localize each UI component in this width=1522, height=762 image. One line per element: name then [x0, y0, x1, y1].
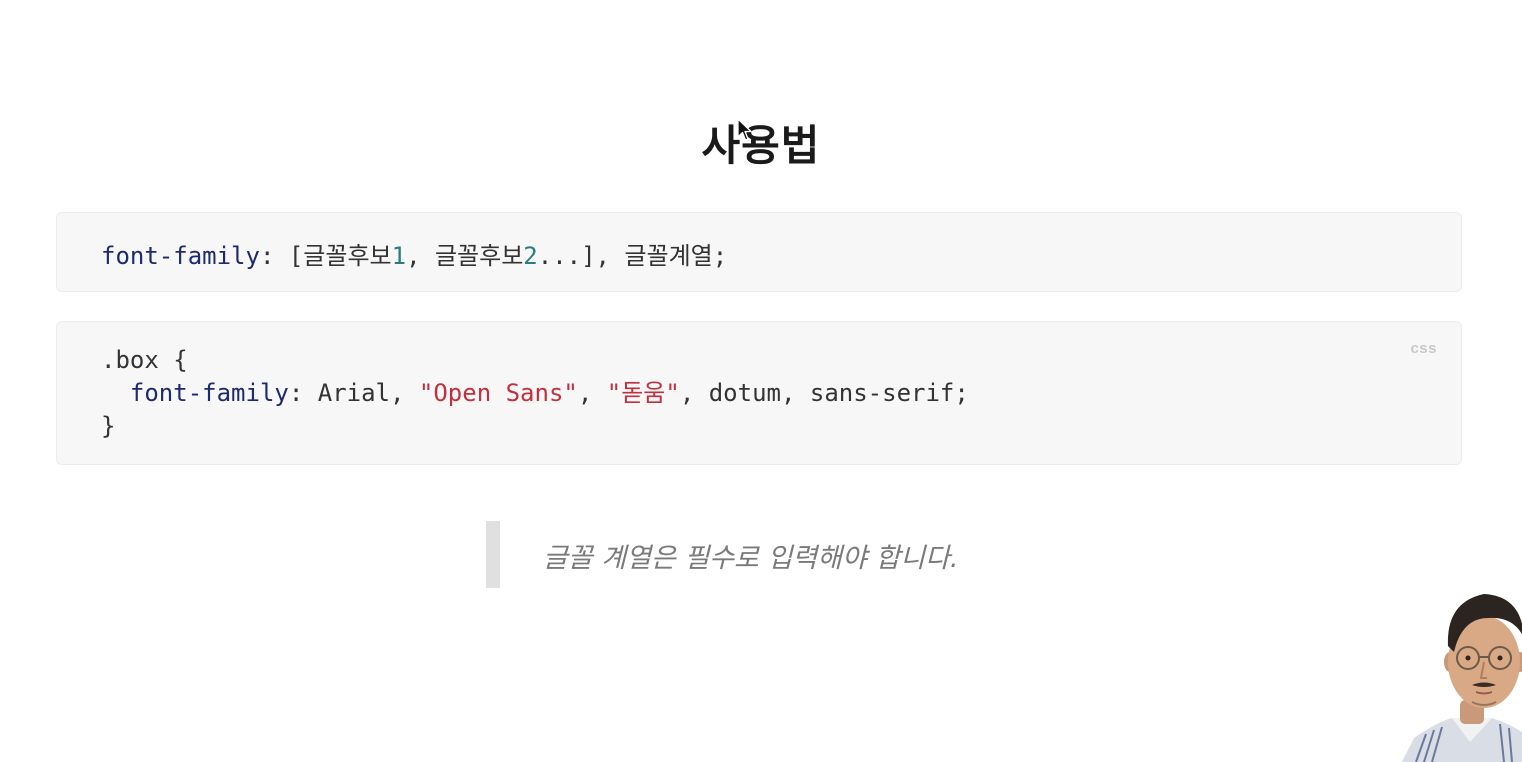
syntax-rest: ...], 글꼴계열;: [537, 242, 728, 270]
code-language-label: css: [1410, 340, 1437, 357]
presenter-video-thumbnail: [1402, 594, 1522, 762]
code-value-part-2: ,: [577, 379, 607, 407]
code-string-1: "Open Sans": [418, 379, 578, 407]
syntax-number-2: 2: [523, 242, 538, 270]
blockquote-note: 글꼴 계열은 필수로 입력해야 합니다.: [543, 543, 959, 574]
syntax-number-1: 1: [391, 242, 407, 270]
page-title: 사용법: [701, 121, 821, 170]
code-line-closing-brace: }: [101, 412, 116, 440]
code-property: font-family: [129, 379, 289, 407]
code-value-part-3: , dotum, sans-serif;: [679, 379, 969, 407]
code-value-part-1: : Arial,: [288, 379, 419, 407]
code-line-declaration: font-family: Arial, "Open Sans", "돋움", d…: [101, 377, 969, 410]
blockquote-bar: [486, 521, 500, 588]
css-example-code-block: css .box { font-family: Arial, "Open San…: [56, 321, 1462, 465]
syntax-property: font-family: [101, 242, 260, 270]
syntax-separator-2: , 글꼴후보: [406, 242, 524, 270]
syntax-line: font-family: [글꼴후보1, 글꼴후보2...], 글꼴계열;: [101, 236, 727, 271]
code-string-2: "돋움": [606, 379, 680, 407]
syntax-code-block: font-family: [글꼴후보1, 글꼴후보2...], 글꼴계열;: [56, 212, 1462, 292]
code-line-selector: .box {: [101, 346, 188, 374]
syntax-separator-1: : [글꼴후보: [259, 242, 392, 270]
mouse-pointer-icon: [737, 118, 752, 141]
